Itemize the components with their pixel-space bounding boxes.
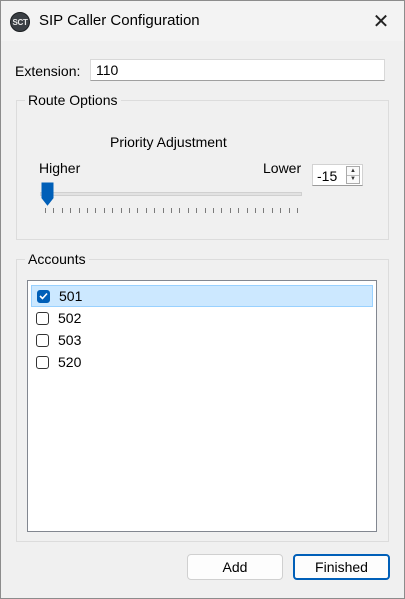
slider-tick <box>297 208 298 213</box>
triangle-down-icon: ▼ <box>350 176 356 182</box>
priority-slider-thumb[interactable] <box>41 182 54 206</box>
spin-down-button[interactable]: ▼ <box>347 175 359 183</box>
list-item[interactable]: 501 <box>31 285 373 307</box>
checkmark-icon <box>39 292 48 300</box>
app-logo-icon: SCT <box>10 12 30 32</box>
slider-tick <box>163 208 164 213</box>
slider-tick <box>272 208 273 213</box>
slider-tick <box>188 208 189 213</box>
slider-tick <box>129 208 130 213</box>
slider-tick <box>45 208 46 213</box>
slider-tick <box>53 208 54 213</box>
slider-tick <box>247 208 248 213</box>
window-title: SIP Caller Configuration <box>39 12 200 29</box>
account-label: 502 <box>58 310 82 326</box>
slider-tick <box>230 208 231 213</box>
slider-tick <box>137 208 138 213</box>
account-label: 501 <box>59 288 83 304</box>
slider-tick <box>213 208 214 213</box>
account-checkbox[interactable] <box>37 289 50 303</box>
priority-slider-track[interactable] <box>40 192 302 196</box>
close-button[interactable]: ✕ <box>358 1 404 41</box>
higher-label: Higher <box>39 160 81 176</box>
spin-buttons: ▲ ▼ <box>346 166 360 184</box>
slider-tick <box>87 208 88 213</box>
priority-adjustment-label: Priority Adjustment <box>110 134 227 150</box>
slider-tick <box>121 208 122 213</box>
slider-tick <box>62 208 63 213</box>
slider-tick <box>112 208 113 213</box>
slider-tick <box>205 208 206 213</box>
list-item[interactable]: 503 <box>31 329 373 351</box>
slider-tick <box>280 208 281 213</box>
accounts-label: Accounts <box>25 251 89 267</box>
slider-tick <box>154 208 155 213</box>
slider-tick <box>104 208 105 213</box>
account-label: 520 <box>58 354 82 370</box>
title-bar[interactable]: SCT SIP Caller Configuration ✕ <box>1 1 404 41</box>
extension-input[interactable]: 110 <box>90 59 385 81</box>
slider-tick <box>196 208 197 213</box>
slider-tick <box>79 208 80 213</box>
slider-ticks <box>45 208 305 215</box>
dialog-window: SCT SIP Caller Configuration ✕ Extension… <box>0 0 405 599</box>
slider-tick <box>238 208 239 213</box>
accounts-group: Accounts 501 502 503 520 <box>16 251 389 542</box>
add-button[interactable]: Add <box>187 554 283 580</box>
accounts-list[interactable]: 501 502 503 520 <box>27 280 377 532</box>
slider-tick <box>289 208 290 213</box>
slider-tick <box>179 208 180 213</box>
slider-tick <box>146 208 147 213</box>
list-item[interactable]: 520 <box>31 351 373 373</box>
account-checkbox[interactable] <box>36 355 49 369</box>
account-label: 503 <box>58 332 82 348</box>
route-options-group: Route Options Priority Adjustment Higher… <box>16 92 389 240</box>
account-checkbox[interactable] <box>36 333 49 347</box>
route-options-label: Route Options <box>25 92 121 108</box>
slider-tick <box>255 208 256 213</box>
priority-spin-value: -15 <box>317 168 338 184</box>
close-icon: ✕ <box>372 10 390 33</box>
lower-label: Lower <box>263 160 302 176</box>
finished-button[interactable]: Finished <box>293 554 390 580</box>
account-checkbox[interactable] <box>36 311 49 325</box>
slider-tick <box>263 208 264 213</box>
extension-label: Extension: <box>15 63 81 79</box>
priority-spinbox[interactable]: -15 ▲ ▼ <box>312 164 363 186</box>
slider-tick <box>221 208 222 213</box>
list-item[interactable]: 502 <box>31 307 373 329</box>
slider-tick <box>171 208 172 213</box>
slider-tick <box>70 208 71 213</box>
triangle-up-icon: ▲ <box>350 168 356 174</box>
slider-tick <box>95 208 96 213</box>
